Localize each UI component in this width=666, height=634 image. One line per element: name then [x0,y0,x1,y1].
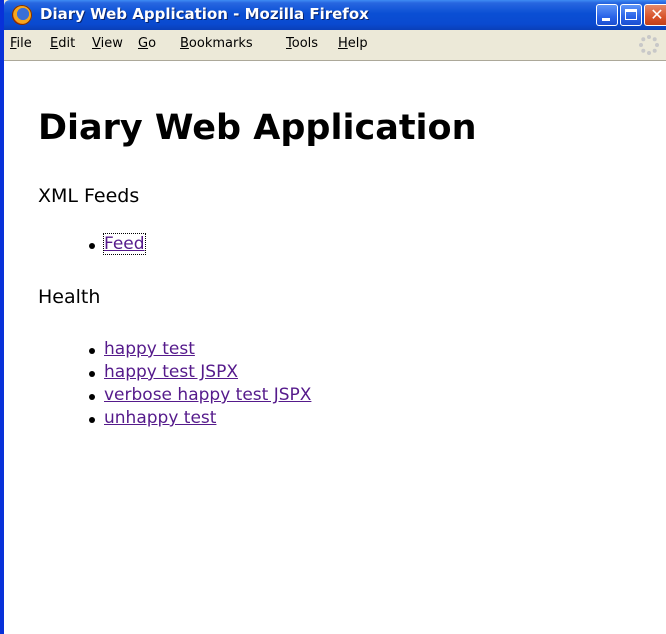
happy-test-link[interactable]: happy test [104,339,195,359]
menu-bookmarks[interactable]: Bookmarks [180,36,253,51]
list-item: Feed [89,233,146,257]
menu-view[interactable]: View [92,36,123,51]
menu-edit[interactable]: Edit [50,36,75,51]
close-icon: ✕ [650,5,664,24]
menu-bar: File Edit View Go Bookmarks Tools Help [4,30,666,60]
menu-help[interactable]: Help [338,36,368,51]
bullet [89,371,95,377]
window-title: Diary Web Application - Mozilla Firefox [40,5,369,23]
verbose-happy-test-jspx-link[interactable]: verbose happy test JSPX [104,385,311,405]
health-list: happy test happy test JSPX verbose happy… [89,339,311,431]
section-title-xml-feeds: XML Feeds [38,185,140,207]
maximize-button[interactable] [620,4,642,26]
list-item: happy test JSPX [89,362,311,385]
bullet [89,417,95,423]
list-item: verbose happy test JSPX [89,385,311,408]
feed-link[interactable]: Feed [103,233,146,255]
throbber-icon [639,35,659,55]
happy-test-jspx-link[interactable]: happy test JSPX [104,362,238,382]
firefox-logo-icon[interactable] [12,5,32,25]
menu-tools[interactable]: Tools [286,36,318,51]
close-button[interactable]: ✕ [644,4,666,26]
page-title: Diary Web Application [38,108,477,148]
xml-feeds-list: Feed [89,233,146,257]
minimize-button[interactable] [596,4,618,26]
maximize-icon [625,9,637,20]
bullet [89,243,95,249]
list-item: happy test [89,339,311,362]
section-title-health: Health [38,286,101,308]
bullet [89,348,95,354]
unhappy-test-link[interactable]: unhappy test [104,408,216,428]
title-bar[interactable]: Diary Web Application - Mozilla Firefox … [4,0,666,30]
menu-file[interactable]: File [10,36,32,51]
minimize-icon [602,18,610,21]
list-item: unhappy test [89,408,311,431]
bullet [89,394,95,400]
menu-go[interactable]: Go [138,36,156,51]
